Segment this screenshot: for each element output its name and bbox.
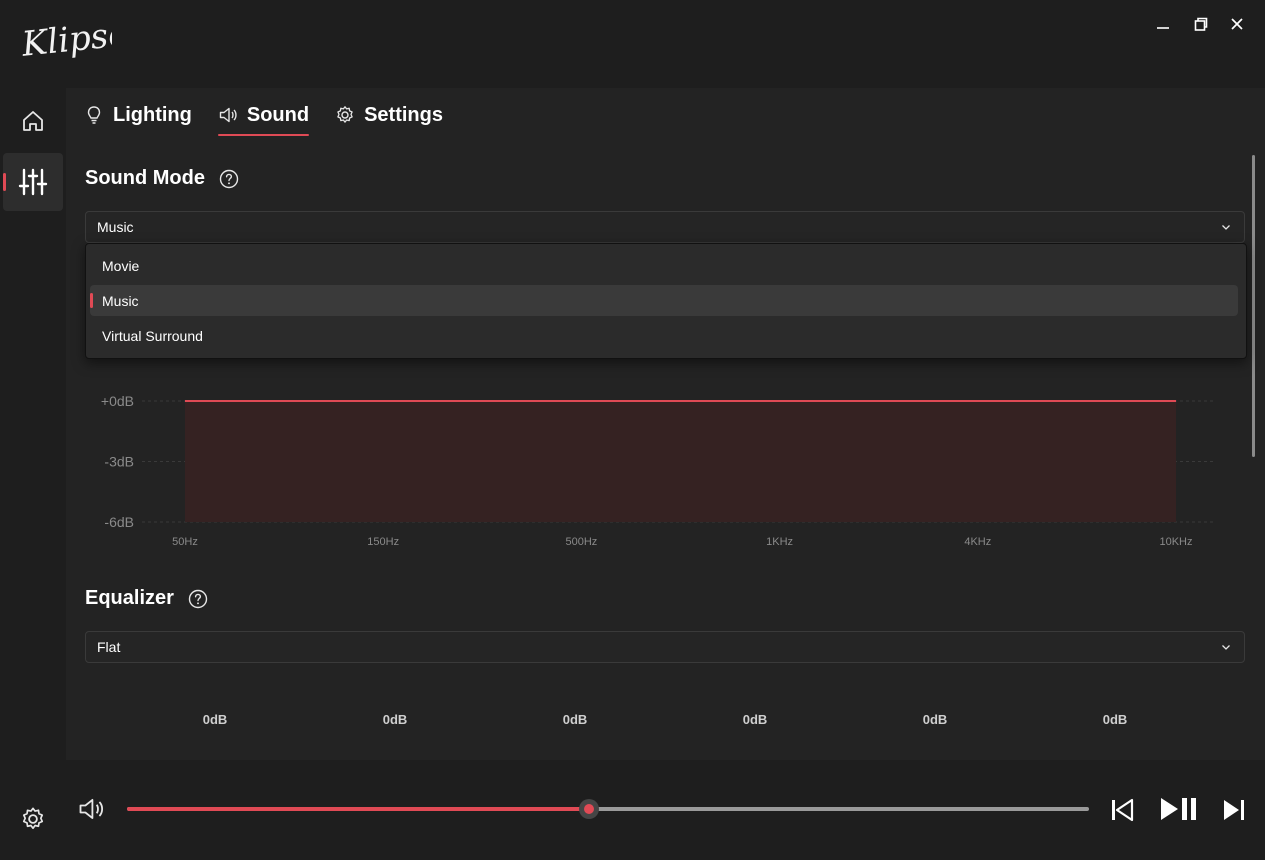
tab-lighting[interactable]: Lighting — [84, 98, 192, 132]
chart-area — [185, 401, 1176, 522]
option-label: Movie — [102, 258, 140, 274]
eq-band-value: 0dB — [382, 712, 408, 727]
x-tick-label: 50Hz — [172, 536, 198, 548]
dropdown-option-movie[interactable]: Movie — [90, 250, 1238, 281]
eq-band-value: 0dB — [922, 712, 948, 727]
y-tick-label: +0dB — [101, 393, 134, 409]
tab-sound[interactable]: Sound — [217, 98, 310, 136]
eq-band-value: 0dB — [562, 712, 588, 727]
x-tick-label: 1KHz — [766, 536, 793, 548]
previous-track-button[interactable] — [1108, 796, 1136, 824]
sound-mode-heading: Sound Mode — [85, 167, 239, 190]
home-icon — [23, 111, 43, 131]
equalizer-preset-value: Flat — [97, 639, 121, 655]
tab-settings[interactable]: Settings — [335, 98, 443, 132]
equalizer-title: Equalizer — [85, 587, 174, 609]
minimize-icon — [1157, 27, 1169, 29]
x-tick-label: 4KHz — [964, 536, 991, 548]
dropdown-option-virtual-surround[interactable]: Virtual Surround — [90, 320, 1238, 351]
settings-button[interactable] — [18, 804, 48, 834]
selected-indicator — [90, 293, 93, 308]
tab-label: Settings — [364, 103, 443, 126]
speaker-icon — [219, 107, 237, 123]
sound-mode-select[interactable]: Music — [85, 211, 1245, 243]
tab-label: Lighting — [113, 103, 192, 126]
content-scrollbar[interactable] — [1252, 155, 1255, 457]
frequency-response-chart: +0dB -3dB -6dB 50Hz 150Hz 500Hz 1KHz 4KHz 10KHz — [101, 393, 1216, 548]
option-label: Music — [102, 293, 139, 309]
tab-bar: Lighting Sound Settings — [84, 98, 469, 138]
skip-next-icon — [1224, 800, 1244, 820]
play-pause-button[interactable] — [1156, 794, 1202, 824]
app-window: Klipsch Lighting Sound Settings Sound Mo… — [0, 0, 1265, 860]
next-track-button[interactable] — [1220, 796, 1248, 824]
sound-mode-dropdown: Movie Music Virtual Surround — [85, 243, 1247, 359]
x-tick-label: 500Hz — [566, 536, 598, 548]
bulb-icon — [87, 106, 101, 124]
equalizer-band-values: 0dB 0dB 0dB 0dB 0dB 0dB — [66, 708, 1265, 732]
option-label: Virtual Surround — [102, 328, 203, 344]
sound-mode-value: Music — [97, 219, 134, 235]
volume-slider-thumb[interactable] — [578, 799, 599, 819]
y-tick-label: -6dB — [104, 514, 134, 530]
chevron-down-icon — [1222, 645, 1230, 650]
volume-slider-fill — [127, 807, 589, 811]
gear-icon — [337, 106, 353, 123]
close-icon — [1231, 18, 1243, 30]
chevron-down-icon — [1222, 225, 1230, 230]
tab-label: Sound — [246, 103, 310, 126]
dropdown-option-music[interactable]: Music — [90, 285, 1238, 316]
x-tick-label: 10KHz — [1159, 536, 1192, 548]
active-indicator — [3, 173, 6, 191]
svg-text:Klipsch: Klipsch — [20, 12, 112, 65]
main-content: Lighting Sound Settings Sound Mode Music… — [66, 88, 1265, 760]
equalizer-heading: Equalizer — [85, 587, 208, 610]
volume-slider[interactable] — [127, 799, 1089, 819]
eq-band-value: 0dB — [202, 712, 228, 727]
minimize-button[interactable] — [1145, 10, 1181, 38]
title-bar: Klipsch — [0, 0, 1265, 88]
player-bar — [0, 760, 1265, 860]
restore-icon — [1194, 17, 1208, 31]
sliders-icon — [18, 168, 48, 196]
skip-previous-icon — [1112, 798, 1134, 822]
sidebar — [0, 88, 66, 860]
eq-band-value: 0dB — [1102, 712, 1128, 727]
sidebar-item-sound[interactable] — [3, 153, 63, 211]
help-icon[interactable] — [188, 589, 208, 609]
x-tick-label: 150Hz — [367, 536, 399, 548]
equalizer-preset-select[interactable]: Flat — [85, 631, 1245, 663]
play-pause-icon — [1161, 798, 1196, 820]
y-tick-label: -3dB — [104, 454, 134, 470]
close-button[interactable] — [1219, 10, 1255, 38]
eq-band-value: 0dB — [742, 712, 768, 727]
restore-button[interactable] — [1183, 10, 1219, 38]
help-icon[interactable] — [219, 169, 239, 189]
klipsch-logo: Klipsch — [19, 12, 151, 76]
sidebar-item-home[interactable] — [3, 92, 63, 150]
gear-icon — [22, 807, 44, 830]
volume-button[interactable] — [76, 794, 106, 824]
speaker-icon — [79, 798, 104, 820]
sound-mode-title: Sound Mode — [85, 167, 205, 189]
